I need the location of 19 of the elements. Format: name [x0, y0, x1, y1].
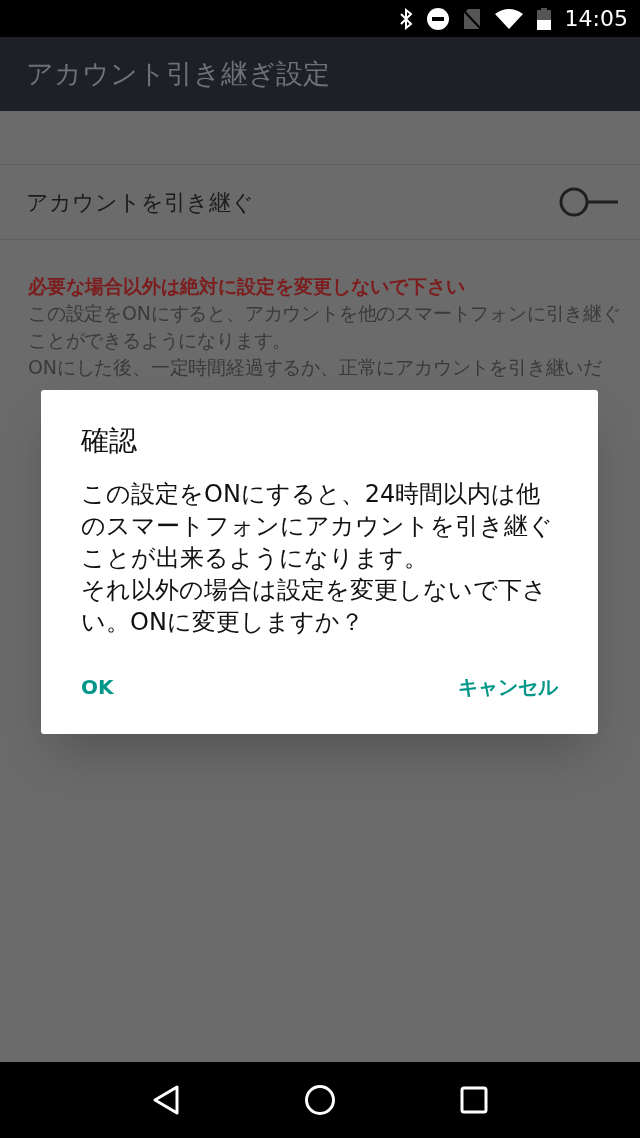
clock: 14:05: [564, 5, 628, 33]
recents-icon[interactable]: [460, 1086, 488, 1114]
app-bar-title: アカウント引き継ぎ設定: [26, 56, 330, 91]
battery-icon: [536, 7, 551, 30]
warning-text: 必要な場合以外は絶対に設定を変更しないで下さい: [28, 274, 466, 299]
no-sim-icon: [462, 7, 481, 30]
ok-button[interactable]: OK: [65, 664, 130, 710]
bluetooth-icon: [398, 7, 413, 30]
setting-row[interactable]: アカウントを引き継ぐ: [0, 165, 640, 240]
dialog-title: 確認: [80, 423, 138, 459]
do-not-disturb-icon: [426, 7, 449, 30]
back-icon[interactable]: [152, 1085, 180, 1115]
cancel-button[interactable]: キャンセル: [442, 664, 574, 710]
toggle-switch[interactable]: [558, 186, 618, 218]
home-icon[interactable]: [304, 1084, 336, 1116]
wifi-icon: [494, 8, 523, 29]
dialog-message: この設定をONにすると、24時間以内は他のスマートフォンにアカウントを引き継ぐことが出来るようになります。: [80, 479, 554, 574]
dialog-message: それ以外の場合は設定を変更しないで下さい。ONに変更しますか？: [80, 575, 548, 638]
setting-label: アカウントを引き継ぐ: [26, 188, 254, 217]
